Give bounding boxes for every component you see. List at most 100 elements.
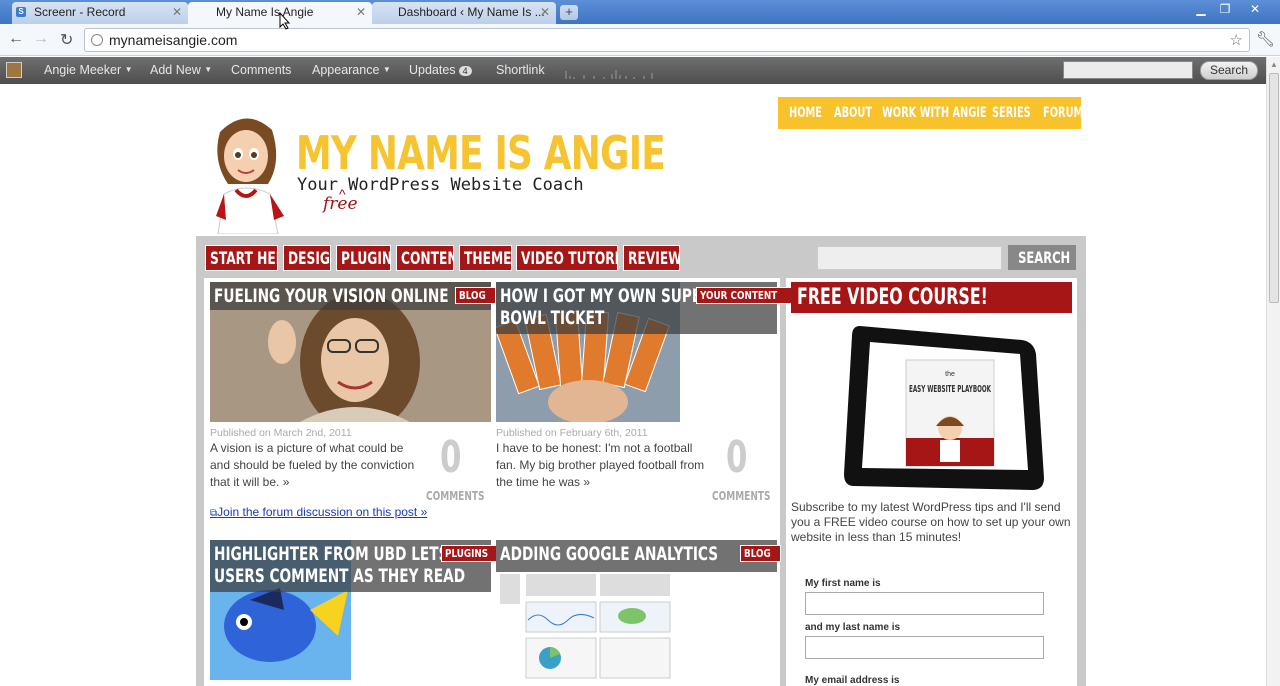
close-tab-icon[interactable]: ✕ <box>172 5 182 19</box>
angie-mascot-logo <box>216 118 284 234</box>
mouse-cursor-icon <box>279 12 291 30</box>
post-title-line2: BOWL TICKET <box>500 307 605 329</box>
comment-count[interactable]: 0 <box>440 432 461 483</box>
url-text: mynameisangie.com <box>109 32 238 48</box>
admin-user-label: Angie Meeker <box>44 63 122 77</box>
post-excerpt-text: A vision is a picture of what could be a… <box>210 441 415 489</box>
comment-count-label: COMMENTS <box>712 489 771 503</box>
wrench-menu-icon[interactable]: 🔧︎ <box>1256 30 1275 48</box>
post-title-line2: USERS COMMENT AS THEY READ <box>214 565 466 587</box>
post-title-line1: HIGHLIGHTER FROM UBD LETS <box>214 543 449 565</box>
tab-label: Dashboard ‹ My Name Is ... <box>398 5 545 19</box>
avatar[interactable] <box>6 62 22 78</box>
comment-count-label: COMMENTS <box>426 489 485 503</box>
top-navigation: HOME ABOUT WORK WITH ANGIE SERIES FORUM <box>778 97 1083 129</box>
last-name-field[interactable] <box>805 636 1044 659</box>
cat-design[interactable]: DESIGN <box>283 245 331 271</box>
cat-themes[interactable]: THEMES <box>459 245 512 271</box>
browser-toolbar: ← → ↻ mynameisangie.com ☆ 🔧︎ <box>0 24 1280 56</box>
post-title-text: ADDING GOOGLE ANALYTICS <box>500 543 719 565</box>
forward-icon[interactable]: → <box>33 30 49 48</box>
restore-icon[interactable]: ❐ <box>1214 2 1236 16</box>
nav-forum[interactable]: FORUM <box>1043 105 1083 121</box>
nav-home[interactable]: HOME <box>789 105 822 121</box>
add-new-menu[interactable]: Add New ▼ <box>150 63 212 77</box>
caret-down-icon: ▼ <box>124 65 133 74</box>
email-label: My email address is <box>805 675 900 686</box>
shortlink-link[interactable]: Shortlink <box>496 63 545 77</box>
page-scrollbar[interactable]: ▲ <box>1266 57 1280 686</box>
admin-search-button[interactable]: Search <box>1200 61 1258 80</box>
nav-work-with-angie[interactable]: WORK WITH ANGIE <box>882 105 987 121</box>
minimize-icon[interactable]: ▁ <box>1190 2 1212 16</box>
post-category-badge[interactable]: BLOG <box>455 287 497 304</box>
first-name-field[interactable] <box>805 592 1044 615</box>
book-title-small: the <box>945 371 955 378</box>
forum-discussion-link[interactable]: ⧉Join the forum discussion on this post … <box>210 504 427 522</box>
post-category-badge[interactable]: BLOG <box>740 545 782 562</box>
close-tab-icon[interactable]: ✕ <box>540 5 550 19</box>
cat-video-tutorials[interactable]: VIDEO TUTORIALS <box>516 245 618 271</box>
nav-series[interactable]: SERIES <box>992 105 1031 121</box>
site-search-button[interactable]: SEARCH <box>1008 245 1076 270</box>
tab-screenr[interactable]: S Screenr - Record ✕ <box>12 2 188 24</box>
appearance-menu[interactable]: Appearance ▼ <box>312 63 391 77</box>
post-category-badge[interactable]: PLUGINS <box>441 545 503 562</box>
read-more-link[interactable]: » <box>283 475 290 489</box>
post-title-text: FUELING YOUR VISION ONLINE <box>214 285 449 307</box>
tab-label: My Name Is Angie <box>216 5 314 19</box>
post-title-line1: HOW I GOT MY OWN SUPER <box>500 285 712 307</box>
site-search-input[interactable] <box>817 246 1002 270</box>
comment-count[interactable]: 0 <box>726 432 747 483</box>
read-more-link[interactable]: » <box>583 475 590 489</box>
cat-reviews[interactable]: REVIEWS <box>623 245 680 271</box>
post-excerpt: A vision is a picture of what could be a… <box>210 440 425 491</box>
tab-dashboard[interactable]: Dashboard ‹ My Name Is ... ✕ <box>372 2 556 24</box>
appearance-label: Appearance <box>312 63 380 77</box>
comments-link[interactable]: Comments <box>231 63 291 77</box>
wp-admin-bar: Angie Meeker ▼ Add New ▼ Comments Appear… <box>0 57 1266 84</box>
cat-label: VIDEO TUTORIALS <box>521 249 618 269</box>
post-title[interactable]: FUELING YOUR VISION ONLINE <box>210 282 491 310</box>
reload-icon[interactable]: ↻ <box>60 30 73 50</box>
tab-label: Screenr - Record <box>34 5 126 19</box>
post-date: Published on March 2nd, 2011 <box>210 427 352 439</box>
caret-down-icon: ▼ <box>204 65 213 74</box>
post-title[interactable]: ADDING GOOGLE ANALYTICS <box>496 540 777 572</box>
post-category-label: BLOG <box>459 289 486 302</box>
close-tab-icon[interactable]: ✕ <box>356 5 366 19</box>
new-tab-button[interactable]: + <box>560 5 578 20</box>
promo-description: Subscribe to my latest WordPress tips an… <box>791 500 1071 544</box>
promo-heading: FREE VIDEO COURSE! <box>791 282 1072 313</box>
bookmark-star-icon[interactable]: ☆ <box>1230 31 1243 49</box>
admin-search-input[interactable] <box>1063 61 1193 79</box>
back-icon[interactable]: ← <box>8 30 24 48</box>
forum-link-text: Join the forum discussion on this post » <box>217 505 428 519</box>
cat-label: CONTENT <box>401 249 453 269</box>
updates-label: Updates <box>409 63 456 77</box>
nav-about[interactable]: ABOUT <box>834 105 872 121</box>
site-logo-title[interactable]: MY NAME IS ANGIE <box>296 126 666 180</box>
cat-start-here[interactable]: START HERE <box>205 245 278 271</box>
cat-label: REVIEWS <box>628 249 679 269</box>
cat-content[interactable]: CONTENT <box>396 245 454 271</box>
address-bar[interactable]: mynameisangie.com ☆ <box>84 28 1250 52</box>
site-search-label: SEARCH <box>1018 248 1071 267</box>
add-new-label: Add New <box>150 63 201 77</box>
site-tagline-free: free <box>323 194 358 214</box>
updates-count-badge: 4 <box>458 66 472 76</box>
ipad-playbook-image[interactable]: the EASY WEBSITE PLAYBOOK <box>840 318 1050 496</box>
admin-user-menu[interactable]: Angie Meeker ▼ <box>44 63 133 77</box>
caret-down-icon: ▼ <box>382 65 391 74</box>
cat-label: THEMES <box>464 249 512 269</box>
cat-label: DESIGN <box>288 249 330 269</box>
post-category-badge[interactable]: YOUR CONTENT <box>696 287 801 304</box>
updates-link[interactable]: Updates 4 <box>409 63 472 77</box>
scroll-up-icon[interactable]: ▲ <box>1270 60 1278 69</box>
cat-plugins[interactable]: PLUGINS <box>336 245 391 271</box>
scrollbar-thumb[interactable] <box>1269 73 1279 303</box>
first-name-label: My first name is <box>805 578 881 589</box>
close-window-icon[interactable]: ✕ <box>1244 2 1266 16</box>
post-category-label: BLOG <box>744 547 771 560</box>
cat-label: START HERE <box>210 249 277 269</box>
